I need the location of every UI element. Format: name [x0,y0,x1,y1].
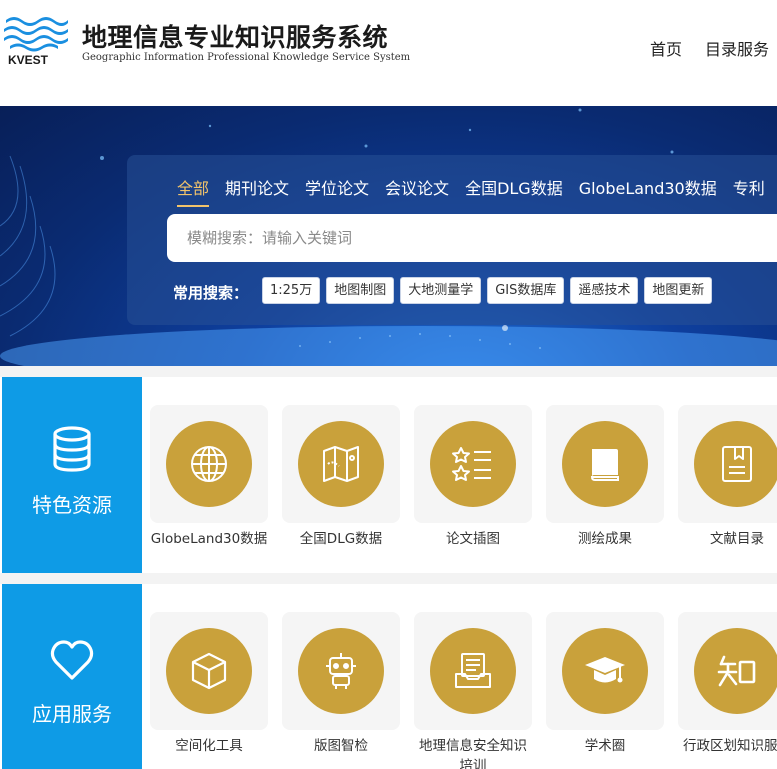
card-tile [678,405,777,523]
featured-resources-header: 特色资源 [2,377,142,573]
card-icon-circle [166,628,252,714]
heart-icon [50,640,94,680]
application-services-header: 应用服务 [2,584,142,769]
card-label: GlobeLand30数据 [150,531,268,547]
card-icon-circle [694,421,777,507]
site-subtitle: Geographic Information Professional Know… [82,52,411,63]
card-label: 论文插图 [446,531,500,547]
feature-card-globeland30[interactable]: GlobeLand30数据 [150,405,268,549]
site-title: 地理信息专业知识服务系统 [82,23,389,52]
inbox-list-icon [455,653,491,688]
service-card-security-training[interactable]: 地理信息安全知识培训 [414,612,532,769]
card-tile [546,612,664,730]
card-label: 版图智检 [314,738,368,754]
tab-patents[interactable]: 专利 [733,175,765,205]
feature-card-dlg[interactable]: 全国DLG数据 [282,405,400,549]
card-icon-circle [166,421,252,507]
featured-resources-title: 特色资源 [32,493,112,517]
feature-card-literature-catalog[interactable]: 文献目录 [678,405,777,549]
featured-resources-section: 特色资源 GlobeLand30数据 全国DLG数据 论文插图 测绘成果 文献目… [0,377,777,573]
tab-theses[interactable]: 学位论文 [305,175,369,205]
book-icon [590,449,619,481]
card-label: 学术圈 [584,738,626,754]
section-divider [0,366,777,377]
card-icon-circle [430,628,516,714]
search-input[interactable] [187,226,767,250]
card-label: 测绘成果 [578,531,632,547]
service-card-map-check[interactable]: 版图智检 [282,612,400,756]
robot-icon [326,653,356,689]
card-label: 空间化工具 [175,738,243,754]
card-label: 全国DLG数据 [299,531,383,547]
tab-dlg-data[interactable]: 全国DLG数据 [465,175,563,205]
service-card-admin-division[interactable]: 行政区划知识服务 [678,612,777,756]
application-services-section: 应用服务 空间化工具 版图智检 地理信息安全知识培训 学术圈 行政区划知识服 [0,584,777,769]
chip-map-update[interactable]: 地图更新 [644,277,713,304]
document-icon [722,446,752,482]
kvest-logo-icon[interactable]: KVEST [2,14,70,68]
graduation-cap-icon [585,657,625,683]
card-label: 行政区划知识服务 [683,738,777,754]
card-icon-circle [430,421,516,507]
search-panel: 全部期刊论文学位论文会议论文全国DLG数据 GlobeLand30数据专利 常用搜… [127,155,777,325]
card-tile [282,405,400,523]
tab-journal-papers[interactable]: 期刊论文 [225,175,289,205]
card-icon-circle [694,628,777,714]
feature-card-paper-figures[interactable]: 论文插图 [414,405,532,549]
chip-cartography[interactable]: 地图制图 [326,277,395,304]
service-card-spatialization-tool[interactable]: 空间化工具 [150,612,268,756]
card-tile [678,612,777,730]
service-card-academic-circle[interactable]: 学术圈 [546,612,664,756]
chip-geodesy[interactable]: 大地测量学 [400,277,482,304]
card-icon-circle [298,628,384,714]
feature-card-surveying-results[interactable]: 测绘成果 [546,405,664,549]
card-icon-circle [562,421,648,507]
card-tile [282,612,400,730]
common-search-chips: 1:25万 地图制图 大地测量学 GIS数据库 遥感技术 地图更新 [262,277,718,304]
database-icon [53,426,91,472]
cube-icon [191,652,227,690]
search-banner: 全部期刊论文学位论文会议论文全国DLG数据 GlobeLand30数据专利 常用搜… [0,106,777,366]
nav-catalog-link[interactable]: 目录服务 [705,36,769,60]
card-tile [414,405,532,523]
application-services-title: 应用服务 [32,702,112,726]
site-header: KVEST 地理信息专业知识服务系统 Geographic Informatio… [0,0,777,106]
nav-home-link[interactable]: 首页 [650,36,682,60]
globe-icon [191,446,227,482]
tab-globeland30-data[interactable]: GlobeLand30数据 [579,175,717,205]
card-icon-circle [562,628,648,714]
card-tile [150,612,268,730]
zhi-character-icon [717,655,756,687]
tab-all[interactable]: 全部 [177,175,210,207]
search-tabs: 全部 期刊论文 学位论文 会议论文 全国DLG数据 GlobeLand30数据 专利 [177,175,777,207]
card-label: 地理信息安全知识培训 [419,738,527,769]
star-list-icon [452,447,491,481]
card-icon-circle [298,421,384,507]
search-box [167,214,777,262]
card-label: 文献目录 [710,531,764,547]
chip-gis-database[interactable]: GIS数据库 [487,277,565,304]
tab-conference-papers[interactable]: 会议论文 [385,175,449,205]
section-divider [0,573,777,584]
card-tile [414,612,532,730]
svg-text:KVEST: KVEST [8,53,49,67]
chip-remote-sensing[interactable]: 遥感技术 [570,277,639,304]
map-icon [323,446,359,482]
common-search-label: 常用搜索： [173,284,249,302]
chip-scale-250k[interactable]: 1:25万 [262,277,321,304]
card-tile [150,405,268,523]
card-tile [546,405,664,523]
